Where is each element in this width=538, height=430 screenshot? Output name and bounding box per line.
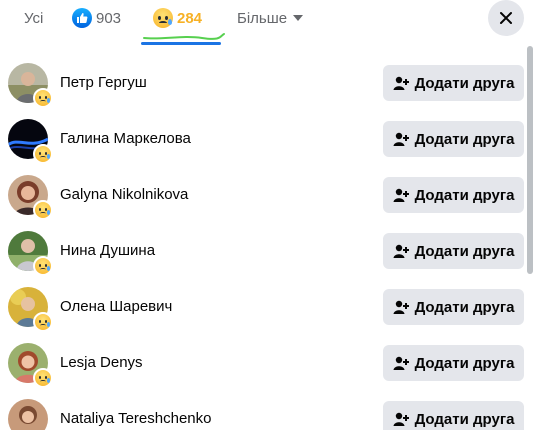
sad-reaction-badge-icon: [33, 200, 53, 220]
add-friend-button[interactable]: Додати друга: [383, 233, 524, 269]
like-count: 903: [96, 9, 122, 27]
tab-like[interactable]: 903: [72, 0, 121, 36]
person-name[interactable]: Lesja Denys: [60, 354, 143, 371]
add-friend-icon: [393, 299, 409, 315]
sad-reaction-badge-icon: [33, 312, 53, 332]
person-name[interactable]: Олена Шаревич: [60, 298, 172, 315]
add-friend-label: Додати друга: [414, 130, 515, 148]
list-item: Lesja Denys Додати друга: [0, 335, 538, 391]
add-friend-button[interactable]: Додати друга: [383, 177, 524, 213]
tab-more[interactable]: Більше: [237, 0, 304, 36]
sad-reaction-badge-icon: [33, 368, 53, 388]
sad-reaction-badge-icon: [33, 256, 53, 276]
add-friend-label: Додати друга: [414, 410, 515, 428]
sad-reaction-badge-icon: [33, 88, 53, 108]
person-name[interactable]: Петр Гергуш: [60, 74, 147, 91]
tab-all[interactable]: Усі: [24, 0, 43, 36]
highlight-scribble: [143, 33, 225, 40]
add-friend-icon: [393, 355, 409, 371]
add-friend-label: Додати друга: [414, 242, 515, 260]
tab-sad[interactable]: 284: [153, 0, 202, 36]
add-friend-icon: [393, 411, 409, 427]
list-item: Galyna Nikolnikova Додати друга: [0, 167, 538, 223]
avatar[interactable]: [8, 399, 48, 430]
sad-reaction-badge-icon: [33, 144, 53, 164]
add-friend-label: Додати друга: [414, 354, 515, 372]
tab-more-label: Більше: [237, 9, 288, 27]
person-name[interactable]: Galyna Nikolnikova: [60, 186, 188, 203]
people-list: Петр Гергуш Додати друга Галина Маркелов…: [0, 55, 538, 430]
add-friend-icon: [393, 75, 409, 91]
sad-count: 284: [177, 9, 203, 27]
scrollbar-thumb[interactable]: [527, 46, 533, 274]
reactions-dialog: Усі 903 284 Більше Петр Гергуш Додати др…: [0, 0, 538, 430]
list-item: Олена Шаревич Додати друга: [0, 279, 538, 335]
caret-down-icon: [293, 15, 304, 21]
add-friend-button[interactable]: Додати друга: [383, 65, 524, 101]
like-icon: [72, 8, 92, 28]
add-friend-label: Додати друга: [414, 74, 515, 92]
add-friend-button[interactable]: Додати друга: [383, 345, 524, 381]
list-item: Нина Душина Додати друга: [0, 223, 538, 279]
tab-all-label: Усі: [24, 9, 44, 27]
list-item: Петр Гергуш Додати друга: [0, 55, 538, 111]
person-name[interactable]: Нина Душина: [60, 242, 155, 259]
close-icon: [500, 12, 512, 24]
sad-icon: [153, 8, 173, 28]
active-tab-indicator: [141, 42, 221, 45]
add-friend-button[interactable]: Додати друга: [383, 121, 524, 157]
person-name[interactable]: Галина Маркелова: [60, 130, 191, 147]
list-item: Галина Маркелова Додати друга: [0, 111, 538, 167]
add-friend-label: Додати друга: [414, 298, 515, 316]
list-item: Nataliya Tereshchenko Додати друга: [0, 391, 538, 430]
add-friend-button[interactable]: Додати друга: [383, 289, 524, 325]
add-friend-icon: [393, 131, 409, 147]
reaction-tabs: Усі 903 284 Більше: [0, 0, 538, 45]
add-friend-label: Додати друга: [414, 186, 515, 204]
add-friend-icon: [393, 187, 409, 203]
add-friend-button[interactable]: Додати друга: [383, 401, 524, 430]
add-friend-icon: [393, 243, 409, 259]
person-name[interactable]: Nataliya Tereshchenko: [60, 410, 211, 427]
close-button[interactable]: [488, 0, 524, 36]
